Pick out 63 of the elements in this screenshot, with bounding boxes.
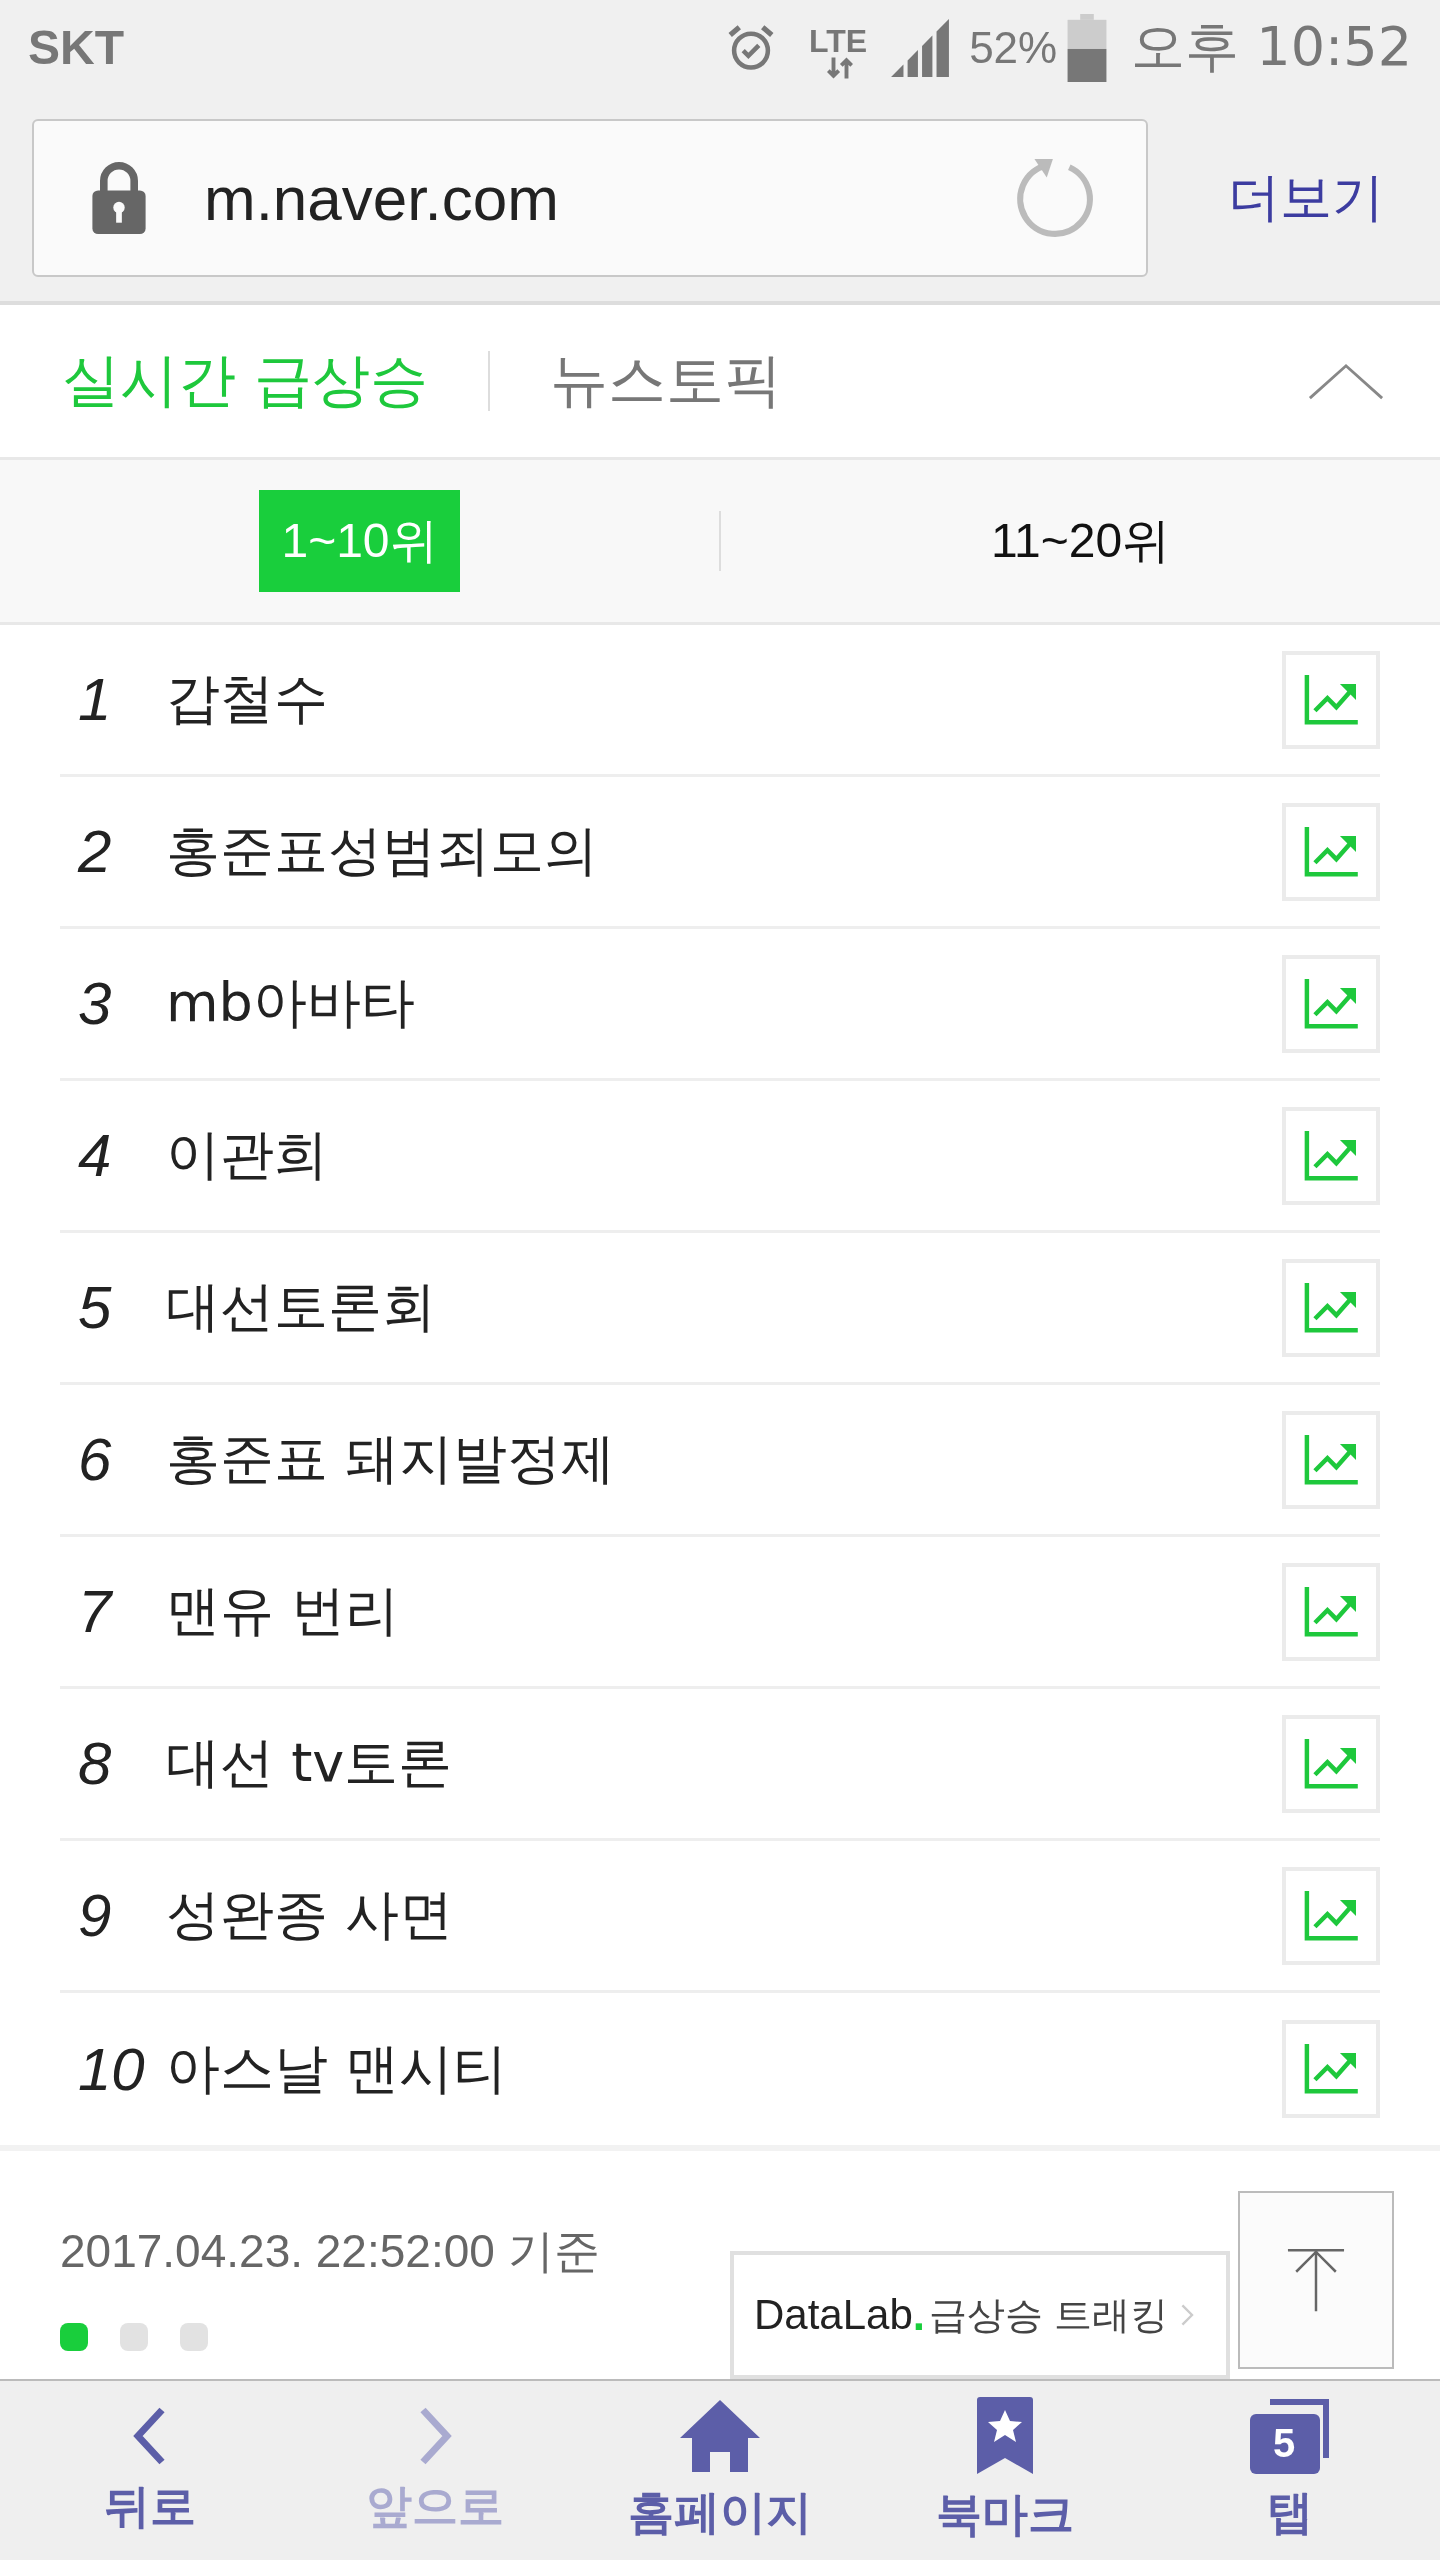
signal-icon	[889, 16, 952, 79]
rank-number: 6	[77, 1425, 113, 1494]
keyword-link[interactable]: mb아바타	[158, 967, 1282, 1040]
trend-button[interactable]	[1282, 802, 1380, 901]
battery-icon	[1067, 13, 1108, 82]
keyword-link[interactable]: 홍준표 돼지발정제	[158, 1423, 1282, 1496]
trend-chart-icon	[1304, 2044, 1358, 2094]
nav-button[interactable]: 북마크	[905, 2381, 1105, 2560]
trend-button[interactable]	[1282, 1714, 1380, 1813]
trend-button[interactable]	[1282, 954, 1380, 1053]
datalab-button[interactable]: DataLab.급상승 트래킹	[730, 2251, 1230, 2379]
nav-button[interactable]: 홈페이지	[620, 2381, 820, 2560]
trend-button[interactable]	[1282, 1258, 1380, 1357]
trend-chart-icon	[1304, 1738, 1358, 1789]
keyword-link[interactable]: 맨유 번리	[158, 1575, 1282, 1648]
topic-tab[interactable]: 뉴스토픽	[550, 342, 783, 420]
keyword-link[interactable]: 갑철수	[158, 663, 1282, 736]
rank-number: 3	[77, 969, 113, 1038]
trend-button[interactable]	[1282, 1410, 1380, 1509]
rank-number: 4	[77, 1121, 113, 1190]
bookmark-icon	[974, 2395, 1036, 2476]
collapse-icon[interactable]	[1308, 362, 1384, 400]
rank-range-tab[interactable]: 11~20위	[968, 490, 1193, 593]
trend-chart-icon	[1304, 1434, 1358, 1485]
nav-button[interactable]: 5 탭	[1190, 2381, 1390, 2560]
rank-number: 9	[77, 1881, 113, 1950]
chevron-right-icon	[1179, 2302, 1196, 2328]
battery-percent: 52%	[969, 22, 1058, 73]
keyword-link[interactable]: 대선토론회	[158, 1271, 1282, 1344]
carrier-name: SKT	[28, 20, 124, 76]
data-arrows-icon	[827, 54, 854, 81]
rank-number: 8	[77, 1729, 113, 1798]
home-icon	[678, 2397, 762, 2474]
trend-chart-icon	[1304, 1890, 1358, 1941]
keyword-link[interactable]: 대선 tv토론	[158, 1727, 1282, 1800]
scroll-top-button[interactable]	[1238, 2191, 1394, 2369]
keyword-link[interactable]: 아스날 맨시티	[158, 2032, 1282, 2106]
trend-chart-icon	[1304, 978, 1358, 1029]
trend-button[interactable]	[1282, 2020, 1380, 2118]
more-button[interactable]: 더보기	[1228, 163, 1384, 233]
nav-button[interactable]: 뒤로	[50, 2381, 250, 2560]
rank-number: 7	[77, 1577, 114, 1646]
trend-button[interactable]	[1282, 1866, 1380, 1965]
trend-button[interactable]	[1282, 1106, 1380, 1205]
keyword-link[interactable]: 홍준표성범죄모의	[158, 815, 1282, 888]
address-field[interactable]: m.naver.com	[32, 119, 1148, 277]
network-type: LTE	[809, 23, 868, 61]
rank-number: 5	[77, 1273, 113, 1342]
trend-chart-icon	[1304, 1282, 1358, 1333]
keyword-link[interactable]: 이관희	[158, 1119, 1282, 1192]
trend-chart-icon	[1304, 674, 1358, 725]
rank-number: 2	[76, 817, 113, 886]
rank-number: 1	[77, 665, 113, 734]
trend-chart-icon	[1304, 1586, 1358, 1637]
trend-button[interactable]	[1282, 650, 1380, 749]
timestamp: 2017.04.23. 22:52:00 기준	[60, 2224, 600, 2279]
clock-time: 오후 10:52	[1131, 14, 1412, 81]
tabs-icon	[1248, 2397, 1332, 2474]
keyword-link[interactable]: 성완종 사면	[158, 1879, 1282, 1952]
trend-button[interactable]	[1282, 1562, 1380, 1661]
rank-number: 10	[77, 2034, 146, 2104]
trend-chart-icon	[1304, 826, 1358, 877]
trend-chart-icon	[1304, 1130, 1358, 1181]
